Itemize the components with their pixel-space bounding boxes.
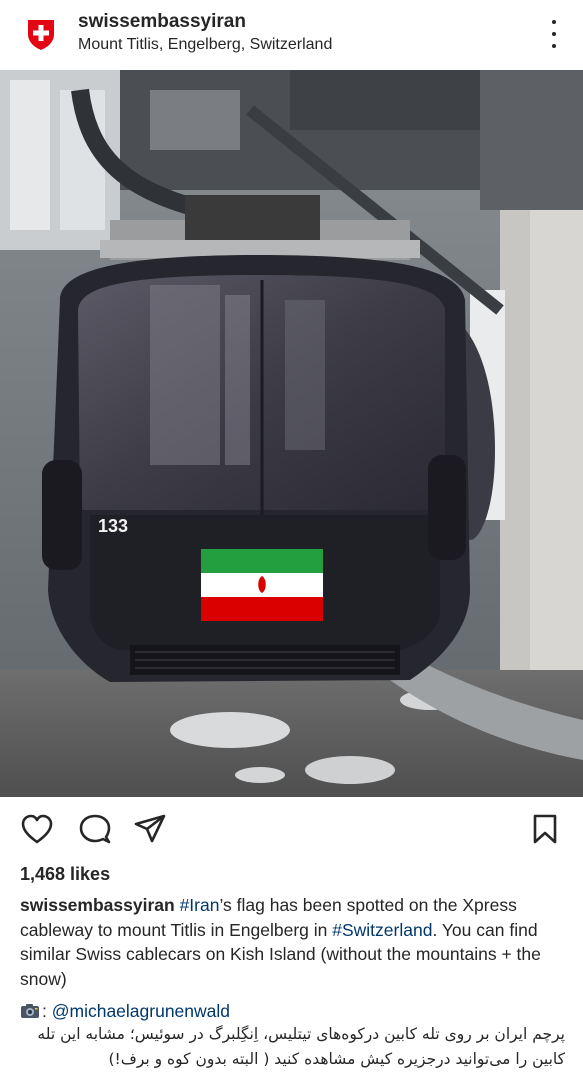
swiss-cross-icon bbox=[28, 20, 54, 50]
bookmark-icon[interactable] bbox=[531, 813, 559, 845]
paper-plane-icon[interactable] bbox=[133, 813, 167, 845]
profile-avatar[interactable] bbox=[20, 12, 62, 54]
cable-car-photo: 133 bbox=[0, 70, 583, 797]
post-caption: swissembassyiran #Iran’s flag has been s… bbox=[20, 893, 568, 991]
iran-flag-sticker bbox=[201, 549, 323, 621]
credit-prefix: : bbox=[42, 1001, 52, 1021]
post-username[interactable]: swissembassyiran bbox=[78, 11, 332, 33]
photo-credit: : @michaelagrunenwald bbox=[20, 1000, 230, 1022]
action-bar bbox=[0, 797, 583, 863]
post-photo[interactable]: 133 bbox=[0, 70, 583, 797]
more-options-icon[interactable] bbox=[547, 20, 561, 48]
credit-mention[interactable]: @michaelagrunenwald bbox=[52, 1001, 230, 1021]
header-text: swissembassyiran Mount Titlis, Engelberg… bbox=[78, 11, 332, 56]
persian-caption: پرچم ایران بر روی تله کابین درکوه‌های تی… bbox=[37, 1025, 565, 1068]
hashtag-switzerland[interactable]: #Switzerland bbox=[332, 920, 432, 940]
cabin-number: 133 bbox=[98, 516, 128, 536]
camera-icon bbox=[21, 1004, 39, 1018]
post-location[interactable]: Mount Titlis, Engelberg, Switzerland bbox=[78, 34, 332, 56]
likes-count[interactable]: 1,468 likes bbox=[20, 864, 110, 885]
heart-icon[interactable] bbox=[20, 813, 54, 845]
post-header: swissembassyiran Mount Titlis, Engelberg… bbox=[0, 0, 583, 70]
hashtag-iran[interactable]: #Iran bbox=[180, 895, 220, 915]
comment-bubble-icon[interactable] bbox=[78, 813, 112, 845]
caption-username[interactable]: swissembassyiran bbox=[20, 895, 175, 915]
